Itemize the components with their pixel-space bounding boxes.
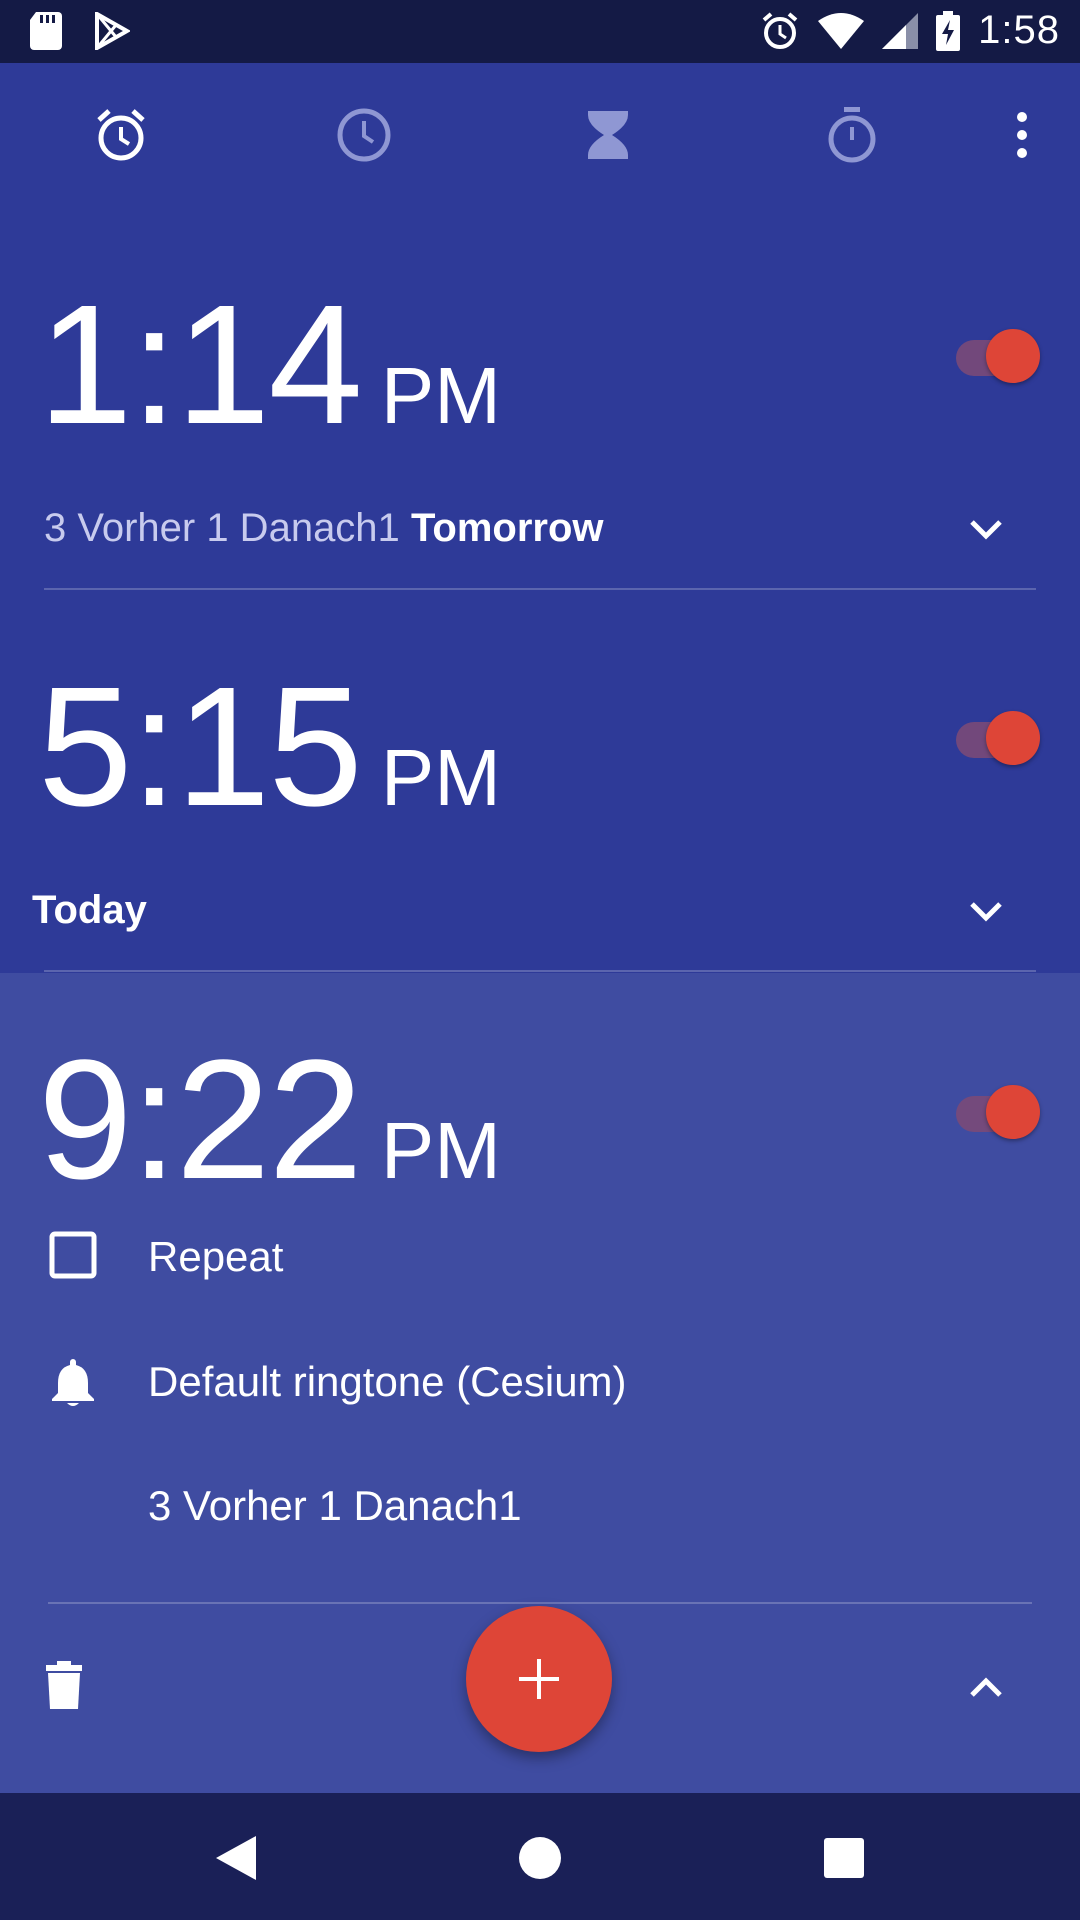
- alarm-ampm: PM: [380, 1106, 501, 1195]
- repeat-label: Repeat: [148, 1233, 284, 1280]
- back-icon[interactable]: [216, 1836, 256, 1880]
- sd-card-icon: [30, 12, 62, 50]
- play-store-icon: [95, 12, 130, 50]
- navigation-bar: [0, 1793, 1080, 1920]
- delete-icon[interactable]: [46, 1661, 82, 1709]
- clock-icon: [337, 108, 391, 162]
- alarm-icon: [97, 109, 145, 161]
- signal-icon: [882, 12, 919, 49]
- recents-icon[interactable]: [824, 1838, 864, 1878]
- ringtone-row[interactable]: Default ringtone (Cesium): [0, 1333, 1080, 1433]
- alarm-item[interactable]: 5:15 PM Today: [0, 652, 1080, 972]
- divider: [48, 1602, 1032, 1604]
- tab-bar: [0, 63, 1080, 208]
- alarm-ampm: PM: [380, 733, 501, 822]
- collapse-chevron-icon[interactable]: [966, 1667, 1006, 1707]
- alarm-toggle[interactable]: [956, 1085, 1040, 1139]
- alarm-item[interactable]: 1:14 PM 3 Vorher 1 Danach1 Tomorrow: [0, 270, 1080, 590]
- divider: [44, 970, 1036, 972]
- wifi-icon: [818, 12, 865, 49]
- alarm-icon: [762, 11, 798, 49]
- checkbox-icon[interactable]: [48, 1230, 98, 1280]
- alarm-time[interactable]: 1:14 PM: [38, 280, 501, 450]
- expand-chevron-icon[interactable]: [966, 510, 1006, 550]
- alarm-time[interactable]: 5:15 PM: [38, 662, 501, 832]
- divider: [44, 588, 1036, 590]
- more-vert-icon: [1017, 112, 1027, 158]
- tab-clock[interactable]: [332, 103, 396, 167]
- alarm-summary: 3 Vorher 1 Danach1 Tomorrow: [44, 506, 604, 551]
- stopwatch-icon: [828, 107, 876, 163]
- alarm-time-digits: 5:15: [38, 652, 363, 842]
- home-icon[interactable]: [518, 1836, 562, 1880]
- status-bar: 1:58: [0, 0, 1080, 63]
- alarm-time-digits: 9:22: [38, 1025, 363, 1215]
- add-alarm-button[interactable]: [466, 1606, 612, 1752]
- alarm-label: 3 Vorher 1 Danach1: [44, 506, 400, 550]
- tab-stopwatch[interactable]: [820, 103, 884, 167]
- alarm-day: Tomorrow: [410, 506, 604, 550]
- tab-alarm[interactable]: [89, 103, 153, 167]
- alarm-time-digits: 1:14: [38, 270, 363, 460]
- label-row[interactable]: 3 Vorher 1 Danach1: [0, 1458, 1080, 1558]
- plus-icon: [519, 1659, 559, 1699]
- battery-charging-icon: [936, 10, 961, 51]
- toggle-thumb: [986, 1085, 1040, 1139]
- alarm-day: Today: [32, 888, 147, 932]
- bell-icon: [52, 1359, 94, 1406]
- alarm-summary: Today: [32, 888, 147, 933]
- expand-chevron-icon[interactable]: [966, 892, 1006, 932]
- alarm-toggle[interactable]: [956, 711, 1040, 765]
- ringtone-label: Default ringtone (Cesium): [148, 1358, 627, 1405]
- hourglass-icon: [588, 111, 628, 159]
- status-time: 1:58: [978, 8, 1060, 52]
- alarm-label: 3 Vorher 1 Danach1: [148, 1482, 522, 1529]
- alarm-toggle[interactable]: [956, 329, 1040, 383]
- repeat-row[interactable]: Repeat: [0, 1208, 1080, 1308]
- overflow-menu-button[interactable]: [990, 103, 1054, 167]
- tab-timer[interactable]: [576, 103, 640, 167]
- toggle-thumb: [986, 329, 1040, 383]
- alarm-ampm: PM: [380, 351, 501, 440]
- alarm-time[interactable]: 9:22 PM: [38, 1035, 501, 1205]
- toggle-thumb: [986, 711, 1040, 765]
